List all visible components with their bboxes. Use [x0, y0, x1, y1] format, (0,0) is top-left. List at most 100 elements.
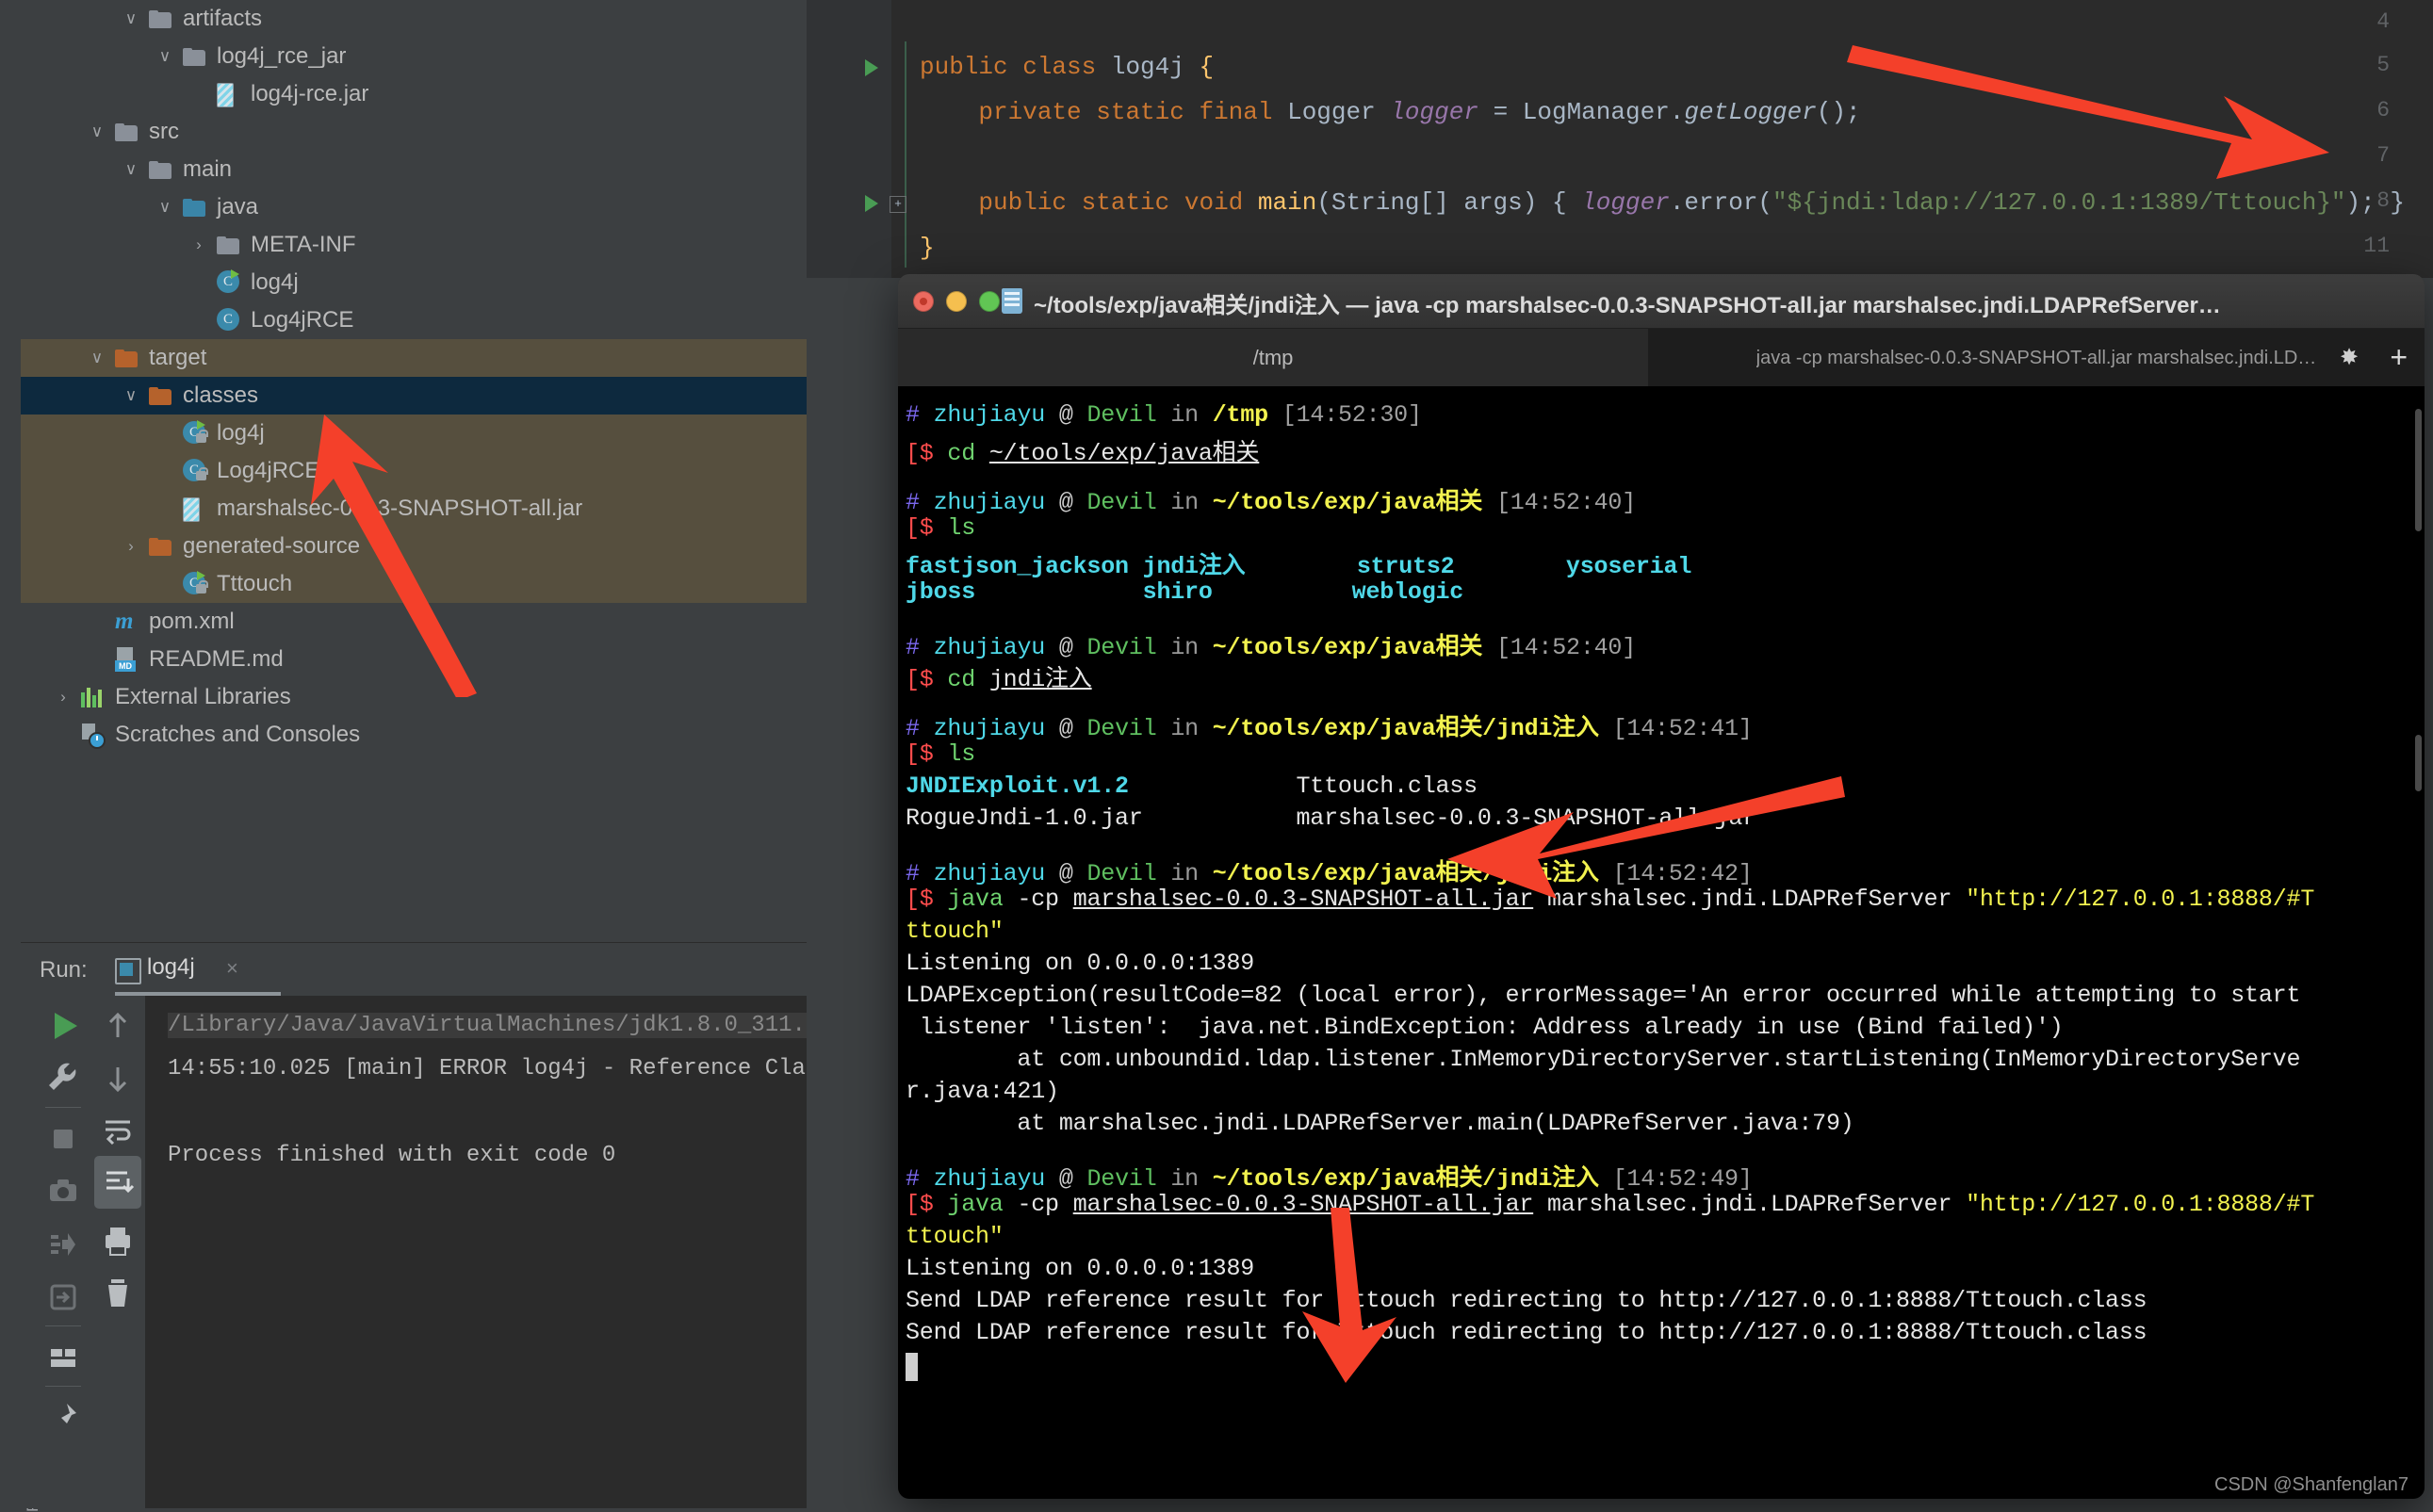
console-line: /Library/Java/JavaVirtualMachines/jdk1.8… [168, 1013, 807, 1038]
code-line[interactable]: public static void main(String[] args) {… [920, 188, 2405, 217]
tree-item-label: log4j [217, 420, 265, 446]
tree-row-scratches-and-consoles[interactable]: Scratches and Consoles [21, 716, 807, 754]
run-gutter-icon[interactable] [865, 59, 878, 76]
chevron-down-icon[interactable]: ∨ [87, 339, 107, 377]
tree-row-main[interactable]: ∨ main [21, 151, 807, 188]
tree-row-target[interactable]: ∨ target [21, 339, 807, 377]
scroll-to-end-icon[interactable] [94, 1156, 141, 1209]
chevron-right-icon[interactable]: › [121, 528, 141, 565]
code-editor[interactable]: 4 5 public class log4j {6 private static f… [807, 0, 2433, 278]
toolbar-divider-2 [45, 1325, 81, 1326]
tree-row-log4jrce[interactable]: C Log4jRCE [21, 452, 807, 490]
tree-row-log4j-rce-jar[interactable]: log4j-rce.jar [21, 75, 807, 113]
run-icon[interactable] [36, 1000, 90, 1052]
tree-item-label: generated-source [183, 533, 361, 559]
close-red-icon[interactable] [913, 291, 934, 312]
terminal-line: listener 'listen': java.net.BindExceptio… [906, 1014, 2064, 1041]
terminal-title-bar[interactable]: ~/tools/exp/java相关/jndi注入 — java -cp mar… [898, 274, 2425, 329]
tree-row-artifacts[interactable]: ∨ artifacts [21, 0, 807, 38]
settings-wrench-icon[interactable] [36, 1052, 90, 1105]
code-line[interactable]: } [920, 234, 935, 262]
run-tool-window[interactable]: Run: log4j × /Library/Java/JavaVirtualMa… [21, 942, 807, 1508]
tree-row-log4j[interactable]: Clog4j [21, 415, 807, 452]
chevron-right-icon[interactable]: › [53, 678, 73, 716]
line-number: 7 [2376, 143, 2390, 168]
run-toolbar-right[interactable] [90, 996, 146, 1508]
terminal-tab-bar[interactable]: /tmp java -cp marshalsec-0.0.3-SNAPSHOT-… [898, 329, 2425, 387]
terminal-folder-icon [1002, 288, 1022, 314]
print-icon[interactable] [90, 1214, 145, 1267]
terminal-line: # zhujiayu @ Devil in ~/tools/exp/java相关… [906, 860, 1753, 887]
zoom-green-icon[interactable] [979, 291, 1000, 312]
close-icon[interactable]: × [226, 956, 238, 981]
chevron-down-icon[interactable]: ∨ [155, 38, 175, 75]
tree-row-log4j-rce-jar[interactable]: ∨ log4j_rce_jar [21, 38, 807, 75]
tree-row-src[interactable]: ∨ src [21, 113, 807, 151]
down-arrow-icon[interactable] [90, 1052, 145, 1105]
tree-row-readme-md[interactable]: MD README.md [21, 641, 807, 678]
terminal-tab-tmp[interactable]: /tmp [898, 329, 1648, 387]
tree-row-external-libraries[interactable]: › External Libraries [21, 678, 807, 716]
tree-row-java[interactable]: ∨ java [21, 188, 807, 226]
folder-icon [217, 226, 243, 264]
folder-icon [149, 0, 175, 38]
trash-icon[interactable] [90, 1267, 145, 1320]
terminal-window[interactable]: ~/tools/exp/java相关/jndi注入 — java -cp mar… [898, 274, 2425, 1499]
toolbar-divider-3 [45, 1386, 81, 1387]
code-block-indicator [905, 41, 906, 268]
minimize-yellow-icon[interactable] [946, 291, 967, 312]
camera-icon[interactable] [36, 1165, 90, 1218]
soft-wrap-icon[interactable] [90, 1105, 145, 1158]
new-tab-icon[interactable]: + [2390, 342, 2408, 372]
terminal-line: JNDIExploit.v1.2 Tttouch.class [906, 772, 1478, 800]
code-line[interactable]: private static final Logger logger = Log… [920, 98, 1860, 126]
tree-row-pom-xml[interactable]: m pom.xml [21, 603, 807, 641]
tree-item-label: External Libraries [115, 684, 291, 709]
chevron-down-icon[interactable]: ∨ [87, 113, 107, 151]
scratches-icon [81, 716, 107, 754]
code-line[interactable]: public class log4j { [920, 53, 1214, 81]
tree-row-tttouch[interactable]: C Tttouch [21, 565, 807, 603]
stop-icon[interactable] [36, 1113, 90, 1165]
terminal-scrollbar-a[interactable] [2415, 409, 2422, 531]
tree-row-generated-source[interactable]: › generated-source [21, 528, 807, 565]
terminal-tab-java[interactable]: java -cp marshalsec-0.0.3-SNAPSHOT-all.j… [1648, 329, 2425, 387]
editor-gutter[interactable] [807, 0, 891, 278]
tree-row-classes[interactable]: ∨ classes [21, 377, 807, 415]
project-tree[interactable]: ∨ artifacts ∨ log4j_rce_jar log4j-rce.jar ∨ sr… [21, 0, 807, 942]
run-toolbar-left[interactable] [36, 996, 91, 1508]
terminal-line: # zhujiayu @ Devil in ~/tools/exp/java相关… [906, 489, 1637, 516]
chevron-down-icon[interactable]: ∨ [121, 0, 141, 38]
terminal-line: RogueJndi-1.0.jar marshalsec-0.0.3-SNAPS… [906, 805, 1756, 832]
run-config-icon [115, 958, 141, 984]
terminal-line: [$ java -cp marshalsec-0.0.3-SNAPSHOT-al… [906, 1191, 2315, 1218]
terminal-line: at marshalsec.jndi.LDAPRefServer.main(LD… [906, 1110, 1854, 1137]
left-tool-strip[interactable]: Structure Favorites [0, 0, 41, 1512]
loading-spinner-icon: ✸ [2340, 345, 2360, 370]
tree-row-log4j[interactable]: Clog4j [21, 264, 807, 301]
restore-layout-icon[interactable] [36, 1218, 90, 1271]
run-console-output[interactable]: /Library/Java/JavaVirtualMachines/jdk1.8… [145, 996, 807, 1508]
chevron-right-icon[interactable]: › [188, 226, 209, 264]
run-panel-header: Run: log4j × [21, 943, 807, 996]
run-tab-log4j[interactable]: log4j × [115, 949, 281, 996]
export-icon[interactable] [36, 1271, 90, 1324]
up-arrow-icon[interactable] [90, 1000, 145, 1052]
chevron-down-icon[interactable]: ∨ [121, 151, 141, 188]
tree-row-log4jrce[interactable]: C Log4jRCE [21, 301, 807, 339]
terminal-output[interactable]: # zhujiayu @ Devil in /tmp [14:52:30] [$ … [898, 386, 2425, 1499]
pin-icon[interactable] [36, 1391, 90, 1444]
tree-row-meta-inf[interactable]: › META-INF [21, 226, 807, 264]
run-gutter-icon[interactable] [865, 195, 878, 212]
tree-row-marshalsec-0-0-3-snapshot-all-jar[interactable]: marshalsec-0.0.3-SNAPSHOT-all.jar [21, 490, 807, 528]
terminal-line: LDAPException(resultCode=82 (local error… [906, 982, 2301, 1009]
terminal-line: ttouch" [906, 1223, 1004, 1250]
layout-icon[interactable] [36, 1331, 90, 1384]
terminal-scrollbar-b[interactable] [2415, 735, 2422, 791]
terminal-line: [$ cd ~/tools/exp/java相关 [906, 440, 1260, 467]
terminal-cursor [906, 1353, 918, 1381]
chevron-down-icon[interactable]: ∨ [155, 188, 175, 226]
code-fold-icon[interactable]: + [890, 196, 906, 213]
window-traffic-lights[interactable] [913, 291, 1000, 312]
chevron-down-icon[interactable]: ∨ [121, 377, 141, 415]
